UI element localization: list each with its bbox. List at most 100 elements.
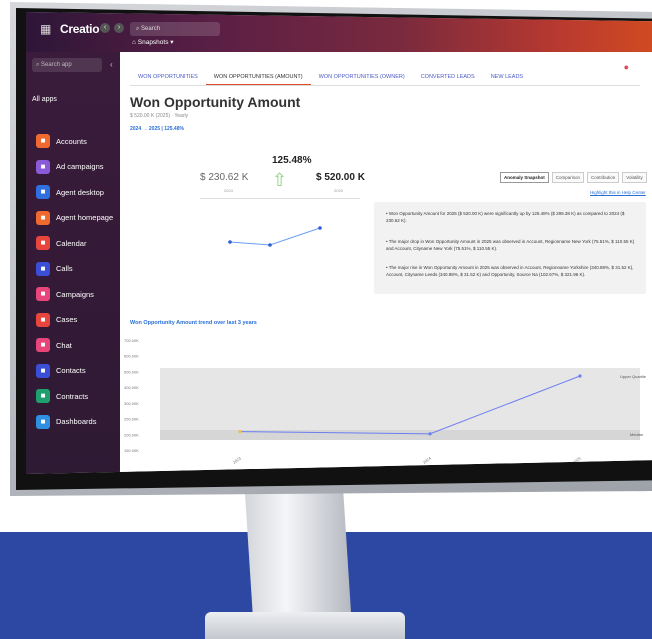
sidebar-item-calendar[interactable]: ■ Calendar — [36, 232, 86, 254]
trend-chart-title: Won Opportunity Amount trend over last 3… — [130, 320, 257, 326]
global-search-input[interactable]: ⌕ Search — [130, 22, 220, 36]
median-label: Median — [630, 432, 643, 437]
y-tick-label: 200.00K — [124, 432, 139, 437]
help-center-link[interactable]: Highlight this in Help Center — [590, 190, 646, 195]
notifications-icon[interactable]: ♦ — [579, 62, 593, 72]
sidebar-item-label: Calls — [56, 264, 73, 273]
sidebar-item-agent-desktop[interactable]: ■ Agent desktop — [36, 181, 104, 203]
insight-bullet: • Won Opportunity Amount for 2025 ($ 520… — [386, 211, 625, 223]
accounts-icon: ■ — [36, 134, 50, 148]
breadcrumb[interactable]: ⌂ Snapshots ▾ — [132, 38, 174, 46]
tab-converted-leads[interactable]: CONVERTED LEADS — [413, 70, 483, 86]
sidebar-section-title: All apps — [32, 96, 57, 103]
agent-desktop-icon: ■ — [36, 185, 50, 199]
main-content: ⌂ Snapshots ▾ WON OPPORTUNITIES WON OPPOR… — [120, 39, 652, 474]
y-tick-label: 250.00K — [124, 417, 139, 422]
insight-tab-anomaly-snapshot[interactable]: Anomaly Snapshot — [500, 172, 549, 183]
tab-won-opportunities-amount[interactable]: WON OPPORTUNITIES (AMOUNT) — [205, 70, 311, 86]
sidebar-item-dashboards[interactable]: ■ Dashboards — [36, 411, 96, 433]
sidebar-search-placeholder: Search app — [41, 62, 72, 68]
arrow-up-icon: ⇧ — [272, 170, 288, 190]
back-icon[interactable]: ‹ — [100, 23, 110, 33]
sidebar-search-input[interactable]: ⌕ Search app — [32, 58, 102, 72]
sidebar-item-label: Contacts — [56, 366, 86, 375]
insight-tabs: Anomaly Snapshot Comparison Contribution Vo… — [500, 172, 647, 183]
mini-point-2024 — [268, 243, 272, 247]
campaigns-icon: ■ — [36, 287, 50, 301]
help-icon[interactable]: ● — [593, 62, 607, 72]
mini-point-2023 — [228, 240, 232, 244]
trend-point-2023 — [238, 430, 242, 434]
chat-icon: ■ — [36, 338, 50, 352]
sidebar-item-label: Contracts — [56, 391, 89, 401]
page-subtitle: $ 520.00 K (2025) · Yearly — [130, 113, 189, 119]
sidebar-item-label: Cases — [56, 315, 78, 324]
upper-quartile-band — [160, 368, 640, 434]
kpi-current-year: 2025 — [334, 188, 343, 193]
tab-won-opportunities-owner[interactable]: WON OPPORTUNITIES (OWNER) — [311, 70, 413, 86]
dashboards-icon: ■ — [36, 414, 50, 429]
contacts-icon: ■ — [36, 363, 50, 378]
sidebar-item-contracts[interactable]: ■ Contracts — [36, 385, 88, 407]
sidebar: ⌕ Search app ‹ All apps ■ Accounts ■ Ad cam… — [26, 52, 120, 474]
apps-icon[interactable]: ▦ — [561, 62, 579, 72]
sidebar-item-accounts[interactable]: ■ Accounts — [36, 130, 87, 152]
sidebar-item-label: Dashboards — [56, 417, 97, 426]
calls-icon: ■ — [36, 261, 50, 276]
sidebar-item-contacts[interactable]: ■ Contacts — [36, 360, 86, 382]
sidebar-item-cases[interactable]: ■ Cases — [36, 309, 77, 331]
header-actions: ▦♦●✱● — [561, 62, 638, 73]
insight-text-2: The major drop in Won Opportunity Amount… — [386, 239, 635, 251]
insight-text-3: The major rise in Won Opportunity Amount… — [386, 265, 634, 277]
tab-bar: WON OPPORTUNITIES WON OPPORTUNITIES (AMOU… — [130, 70, 531, 86]
mini-point-2025 — [318, 226, 322, 230]
insight-bullet: • The major drop in Won Opportunity Amou… — [386, 239, 635, 251]
kpi-percent-change: 125.48% — [272, 155, 312, 166]
sidebar-item-label: Campaigns — [56, 289, 94, 299]
insight-tab-contribution[interactable]: Contribution — [587, 172, 620, 183]
calendar-icon: ■ — [36, 236, 50, 250]
mini-trend-line — [229, 227, 321, 246]
y-tick-label: 700.00K — [124, 338, 139, 343]
breadcrumb-label: Snapshots — [137, 39, 169, 46]
settings-icon[interactable]: ✱ — [607, 62, 624, 72]
kpi-divider — [200, 198, 360, 199]
tab-new-leads[interactable]: NEW LEADS — [483, 70, 531, 86]
insight-tab-volatility[interactable]: Volatility — [622, 172, 647, 183]
trend-point-2025 — [578, 374, 582, 378]
y-tick-label: 400.00K — [124, 385, 139, 390]
screen: ▦ Creatio ‹ › ⌕ Search ⌕ Search app ‹ Al… — [26, 12, 652, 474]
collapse-icon[interactable]: ‹ — [110, 60, 113, 69]
monitor-foot — [205, 612, 405, 639]
median-band — [160, 430, 640, 440]
trend-chart: 700.00K 600.00K 500.00K 400.00K 300.00K 250.0… — [124, 338, 647, 465]
sidebar-item-label: Agent desktop — [56, 187, 104, 197]
sidebar-item-label: Calendar — [56, 238, 87, 248]
sidebar-item-label: Chat — [56, 340, 72, 350]
sidebar-item-campaigns[interactable]: ■ Campaigns — [36, 283, 94, 305]
sidebar-item-agent-homepage[interactable]: ■ Agent homepage — [36, 207, 113, 229]
sidebar-item-chat[interactable]: ■ Chat — [36, 334, 72, 356]
insight-text-1: Won Opportunity Amount for 2025 ($ 520.0… — [386, 211, 625, 223]
sidebar-item-label: Agent homepage — [56, 213, 114, 222]
insight-tab-comparison[interactable]: Comparison — [551, 172, 585, 183]
tab-divider — [130, 85, 640, 86]
ad-campaigns-icon: ■ — [36, 159, 50, 174]
app-logo: Creatio — [60, 22, 100, 36]
agent-homepage-icon: ■ — [36, 210, 50, 225]
sidebar-item-ad-campaigns[interactable]: ■ Ad campaigns — [36, 156, 104, 178]
global-search-placeholder: Search — [141, 26, 161, 32]
sidebar-item-label: Ad campaigns — [56, 162, 104, 171]
tab-won-opportunities[interactable]: WON OPPORTUNITIES — [130, 70, 206, 86]
x-tick-label: 2024 — [422, 455, 433, 465]
avatar[interactable]: ● — [624, 62, 638, 72]
sidebar-item-calls[interactable]: ■ Calls — [36, 258, 73, 280]
contracts-icon: ■ — [36, 389, 50, 403]
cases-icon: ■ — [36, 312, 50, 327]
y-tick-label: 150.00K — [124, 448, 139, 453]
y-tick-label: 300.00K — [124, 401, 139, 406]
forward-icon[interactable]: › — [114, 23, 124, 33]
x-tick-label: 2023 — [232, 455, 243, 465]
app-grid-icon[interactable]: ▦ — [40, 22, 54, 36]
period-comparison: 2024 → 2025 | 125.48% — [130, 126, 184, 132]
